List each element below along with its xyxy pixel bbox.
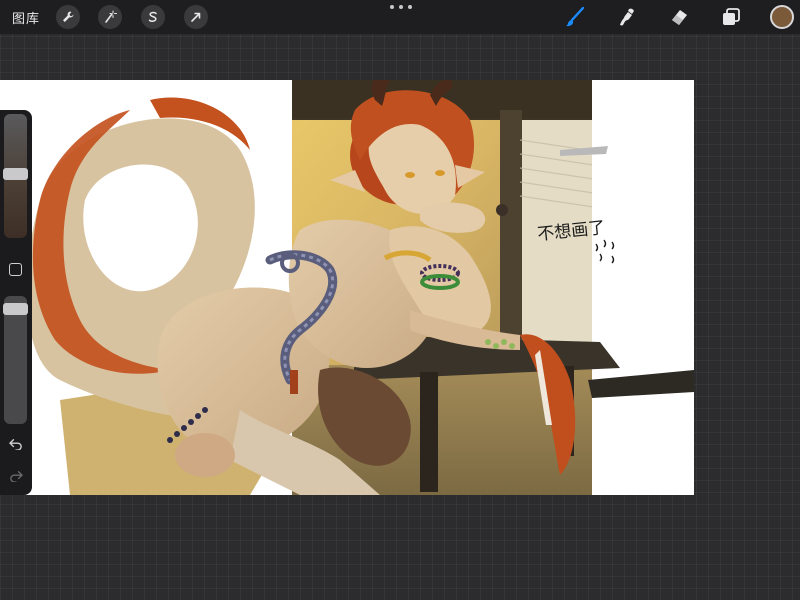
more-options-icon[interactable] [390, 2, 412, 12]
artwork-illustration: 不想画了 [26, 80, 694, 495]
brush-size-thumb[interactable] [3, 168, 28, 180]
modify-square-icon[interactable] [9, 263, 22, 276]
redo-icon[interactable] [7, 468, 25, 484]
eraser-icon[interactable] [666, 4, 692, 30]
brush-size-slider[interactable] [3, 114, 28, 238]
adjustments-wand-icon[interactable] [98, 5, 122, 29]
actions-wrench-icon[interactable] [56, 5, 80, 29]
left-sidebar [0, 110, 32, 495]
transform-arrow-icon[interactable] [184, 5, 208, 29]
top-toolbar: 图库 [0, 0, 800, 34]
opacity-thumb[interactable] [3, 303, 28, 315]
gallery-button[interactable]: 图库 [12, 8, 40, 27]
selection-icon[interactable] [141, 5, 165, 29]
current-color-swatch[interactable] [770, 5, 794, 29]
undo-icon[interactable] [7, 436, 25, 452]
opacity-slider[interactable] [3, 296, 28, 424]
layers-icon[interactable] [718, 4, 744, 30]
drawing-canvas[interactable]: 不想画了 [0, 80, 694, 495]
smudge-icon[interactable] [614, 4, 640, 30]
brush-icon[interactable] [562, 4, 588, 30]
